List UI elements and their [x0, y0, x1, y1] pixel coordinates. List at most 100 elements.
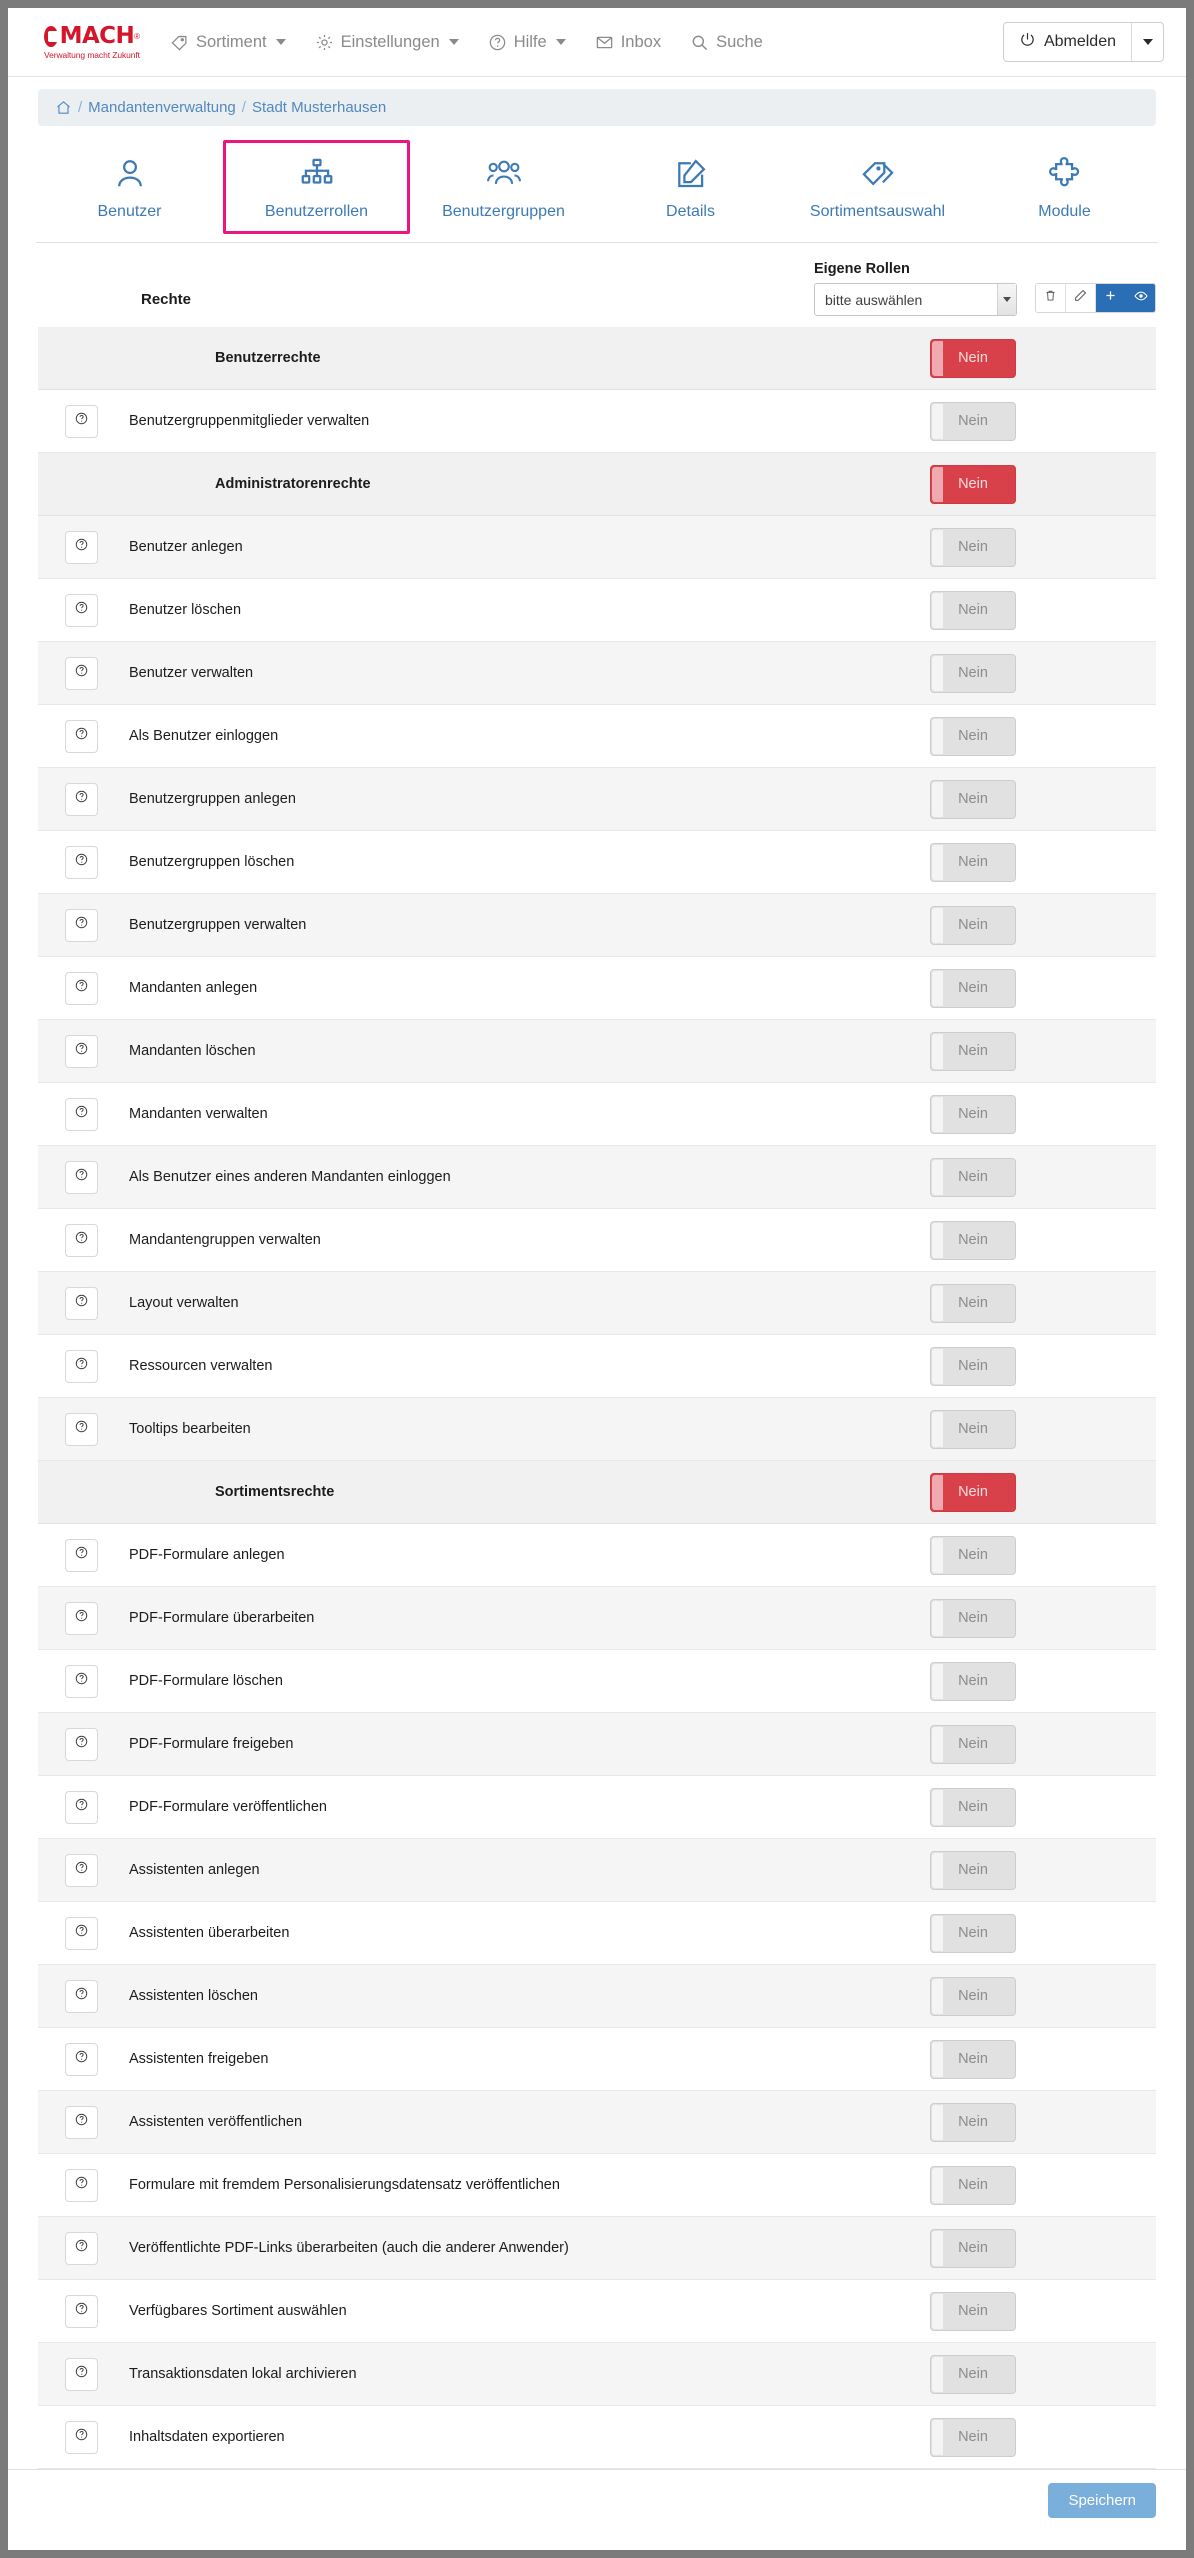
permission-toggle[interactable]: Nein — [930, 1850, 1016, 1890]
permission-group-toggle[interactable]: Nein — [930, 464, 1016, 504]
question-circle-icon — [74, 789, 89, 809]
nav-item-einstellungen[interactable]: Einstellungen — [315, 33, 459, 52]
help-button[interactable] — [64, 1790, 98, 1824]
tab-benutzerrollen[interactable]: Benutzerrollen — [223, 140, 410, 234]
permission-group-toggle[interactable]: Nein — [930, 1472, 1016, 1512]
help-button[interactable] — [64, 2105, 98, 2139]
permission-toggle[interactable]: Nein — [930, 2417, 1016, 2457]
help-button[interactable] — [64, 1916, 98, 1950]
permission-toggle[interactable]: Nein — [930, 2165, 1016, 2205]
nav-item-hilfe[interactable]: Hilfe — [488, 33, 566, 52]
help-button[interactable] — [64, 2231, 98, 2265]
help-button[interactable] — [64, 971, 98, 1005]
help-button[interactable] — [64, 1286, 98, 1320]
help-button[interactable] — [64, 2420, 98, 2454]
permission-toggle[interactable]: Nein — [930, 1598, 1016, 1638]
tab-details[interactable]: Details — [597, 140, 784, 234]
help-cell — [38, 2294, 124, 2328]
logout-dropdown-toggle[interactable] — [1131, 23, 1163, 61]
help-cell — [38, 1349, 124, 1383]
help-cell — [38, 1286, 124, 1320]
help-button[interactable] — [64, 1160, 98, 1194]
permission-toggle[interactable]: Nein — [930, 2354, 1016, 2394]
tab-benutzer[interactable]: Benutzer — [36, 140, 223, 234]
browser-viewport: MACH ® Verwaltung macht Zukunft Sortimen… — [8, 8, 1186, 2550]
tab-benutzergruppen[interactable]: Benutzergruppen — [410, 140, 597, 234]
nav-item-sortiment[interactable]: Sortiment — [170, 33, 286, 52]
permission-toggle[interactable]: Nein — [930, 1724, 1016, 1764]
permission-toggle[interactable]: Nein — [930, 842, 1016, 882]
tab-sortimentsauswahl[interactable]: Sortimentsauswahl — [784, 140, 971, 234]
chevron-down-icon — [448, 39, 459, 45]
help-button[interactable] — [64, 530, 98, 564]
help-button[interactable] — [64, 908, 98, 942]
toggle-value: Nein — [958, 1988, 988, 2004]
permission-toggle[interactable]: Nein — [930, 1787, 1016, 1827]
permission-toggle[interactable]: Nein — [930, 2291, 1016, 2331]
help-button[interactable] — [64, 1601, 98, 1635]
permission-toggle[interactable]: Nein — [930, 1346, 1016, 1386]
permission-toggle[interactable]: Nein — [930, 1661, 1016, 1701]
search-icon — [690, 33, 709, 52]
help-button[interactable] — [64, 845, 98, 879]
help-button[interactable] — [64, 1727, 98, 1761]
help-cell — [38, 656, 124, 690]
permission-toggle[interactable]: Nein — [930, 1283, 1016, 1323]
permission-row: Veröffentlichte PDF-Links überarbeiten (… — [38, 2217, 1156, 2280]
help-button[interactable] — [64, 1349, 98, 1383]
permission-toggle[interactable]: Nein — [930, 1913, 1016, 1953]
permission-toggle[interactable]: Nein — [930, 905, 1016, 945]
permission-toggle[interactable]: Nein — [930, 401, 1016, 441]
nav-item-inbox[interactable]: Inbox — [595, 33, 661, 52]
permission-toggle[interactable]: Nein — [930, 590, 1016, 630]
help-button[interactable] — [64, 1223, 98, 1257]
help-button[interactable] — [64, 2294, 98, 2328]
permission-toggle[interactable]: Nein — [930, 1094, 1016, 1134]
permission-toggle[interactable]: Nein — [930, 2039, 1016, 2079]
delete-role-button[interactable] — [1036, 284, 1066, 312]
tab-module[interactable]: Module — [971, 140, 1158, 234]
help-button[interactable] — [64, 2357, 98, 2391]
nav-item-suche[interactable]: Suche — [690, 33, 763, 52]
help-button[interactable] — [64, 2042, 98, 2076]
help-button[interactable] — [64, 656, 98, 690]
permission-row: Benutzer löschen Nein — [38, 579, 1156, 642]
help-button[interactable] — [64, 1664, 98, 1698]
permission-toggle[interactable]: Nein — [930, 527, 1016, 567]
logout-button[interactable]: Abmelden — [1004, 23, 1131, 61]
help-button[interactable] — [64, 719, 98, 753]
own-roles-select[interactable]: bitte auswählen — [814, 283, 1017, 316]
help-button[interactable] — [64, 1853, 98, 1887]
help-button[interactable] — [64, 1412, 98, 1446]
permission-toggle[interactable]: Nein — [930, 2102, 1016, 2142]
breadcrumb-item-stadt-musterhausen[interactable]: Stadt Musterhausen — [252, 99, 386, 116]
help-button[interactable] — [64, 1034, 98, 1068]
help-button[interactable] — [64, 593, 98, 627]
help-button[interactable] — [64, 2168, 98, 2202]
permission-toggle[interactable]: Nein — [930, 1976, 1016, 2016]
permission-toggle[interactable]: Nein — [930, 2228, 1016, 2268]
permission-toggle[interactable]: Nein — [930, 716, 1016, 756]
view-role-button[interactable] — [1126, 284, 1155, 312]
permission-toggle[interactable]: Nein — [930, 1535, 1016, 1575]
permission-toggle[interactable]: Nein — [930, 1157, 1016, 1197]
add-role-button[interactable] — [1096, 284, 1126, 312]
help-button[interactable] — [64, 782, 98, 816]
permission-toggle[interactable]: Nein — [930, 1031, 1016, 1071]
help-button[interactable] — [64, 1979, 98, 2013]
save-button[interactable]: Speichern — [1048, 2483, 1156, 2518]
permission-toggle[interactable]: Nein — [930, 779, 1016, 819]
help-button[interactable] — [64, 1097, 98, 1131]
permission-toggle[interactable]: Nein — [930, 1220, 1016, 1260]
home-icon[interactable] — [55, 99, 72, 116]
permission-group-toggle[interactable]: Nein — [930, 338, 1016, 378]
permission-toggle[interactable]: Nein — [930, 653, 1016, 693]
breadcrumb-item-mandantenverwaltung[interactable]: Mandantenverwaltung — [88, 99, 236, 116]
permission-row: PDF-Formulare löschen Nein — [38, 1650, 1156, 1713]
permission-label: Assistenten veröffentlichen — [129, 2114, 303, 2130]
permission-toggle[interactable]: Nein — [930, 1409, 1016, 1449]
help-button[interactable] — [64, 1538, 98, 1572]
help-button[interactable] — [64, 404, 98, 438]
permission-toggle[interactable]: Nein — [930, 968, 1016, 1008]
edit-role-button[interactable] — [1066, 284, 1096, 312]
